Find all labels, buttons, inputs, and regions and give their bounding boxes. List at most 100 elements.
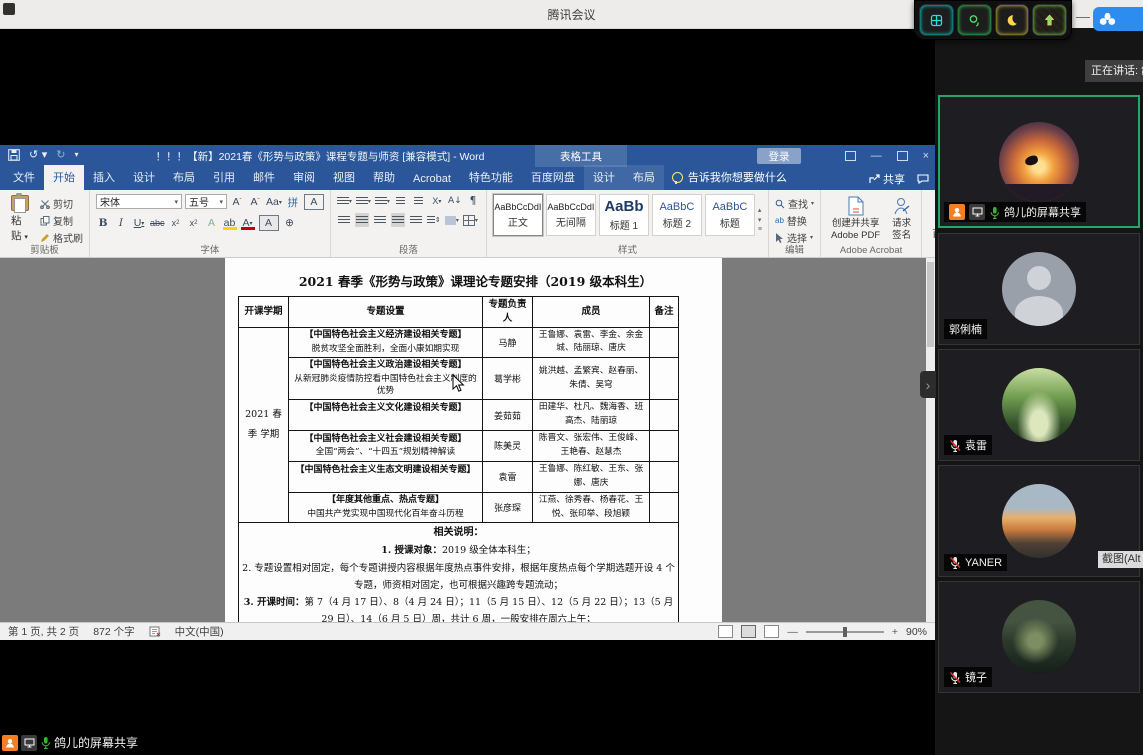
numbering-icon[interactable]: ▾ [356,194,371,208]
tab-table-layout[interactable]: 布局 [624,165,664,190]
video-tile[interactable]: 镜子 [938,581,1140,693]
tab-mailings[interactable]: 邮件 [244,165,284,190]
redo-icon[interactable]: ↻ [56,148,65,161]
subscript-icon[interactable]: x2 [169,216,183,230]
ribbon-display-options-icon[interactable] [845,151,856,161]
cut-button[interactable]: 剪切 [40,196,83,211]
undo-icon[interactable]: ↺ ▾ [29,148,47,161]
italic-icon[interactable]: I [114,216,128,230]
web-layout-icon[interactable] [764,625,779,638]
character-border-icon[interactable]: A [304,194,324,210]
tab-design[interactable]: 设计 [124,165,164,190]
align-left-icon[interactable] [337,213,351,227]
replace-button[interactable]: ab替换 [775,213,814,228]
underline-icon[interactable]: U▾ [132,216,146,230]
tab-review[interactable]: 审阅 [284,165,324,190]
document-scrollbar[interactable] [926,258,935,622]
tell-me-box[interactable]: 告诉我你想要做什么 [664,165,795,190]
find-button[interactable]: 查找 ▾ [775,196,814,211]
increase-indent-icon[interactable] [412,194,426,208]
copy-button[interactable]: 复制 [40,213,83,228]
text-effects-icon[interactable]: A [205,216,219,230]
page-indicator[interactable]: 第 1 页, 共 2 页 [8,624,79,639]
sort-icon[interactable]: A↓ [448,194,462,208]
qat-customize-icon[interactable]: ▾ [74,150,78,159]
styles-more-icon[interactable]: ≡ [758,226,762,233]
decrease-indent-icon[interactable] [394,194,408,208]
superscript-icon[interactable]: x2 [187,216,201,230]
enclose-characters-icon[interactable]: ⊕ [283,216,297,230]
borders-icon[interactable]: ▾ [463,213,478,227]
align-center-icon[interactable] [355,213,369,227]
tab-insert[interactable]: 插入 [84,165,124,190]
save-icon[interactable] [8,149,20,161]
tab-table-design[interactable]: 设计 [584,165,624,190]
line-spacing-icon[interactable]: ⇕ [427,213,441,227]
paste-button[interactable]: 粘贴 ▾ [6,194,34,244]
game-bar-record-button[interactable] [957,4,992,36]
align-right-icon[interactable] [373,213,387,227]
change-case-icon[interactable]: Aa▾ [266,195,282,209]
login-button[interactable]: 登录 [757,148,801,164]
share-button[interactable]: 共享 [869,171,905,187]
styles-scroll-down-icon[interactable]: ▾ [758,216,762,224]
scrollbar-thumb[interactable] [927,262,934,347]
tab-special-features[interactable]: 特色功能 [460,165,522,190]
language-indicator[interactable]: 中文(中国) [175,624,224,639]
minimize-button[interactable]: — [1076,8,1090,24]
zoom-in-icon[interactable]: + [892,626,898,638]
align-justify-icon[interactable] [391,213,405,227]
zoom-slider[interactable] [806,631,884,633]
tab-home[interactable]: 开始 [44,165,84,190]
tab-file[interactable]: 文件 [4,165,44,190]
asian-layout-icon[interactable]: X▾ [430,194,444,208]
sidebar-collapse-arrow[interactable]: › [920,371,936,398]
shading-icon[interactable]: ▾ [445,213,459,227]
font-name-combo[interactable]: 宋体▾ [96,194,182,209]
zoom-slider-thumb[interactable] [843,627,847,637]
comments-icon[interactable] [917,174,929,184]
game-bar-night-button[interactable] [995,4,1030,36]
tab-acrobat[interactable]: Acrobat [404,169,460,190]
proofing-icon[interactable] [149,626,161,637]
bullets-icon[interactable]: ▾ [337,194,352,208]
character-shading-icon[interactable]: A [259,215,279,231]
shrink-font-icon[interactable]: Aˇ [248,195,262,209]
multilevel-list-icon[interactable]: ▾ [375,194,390,208]
tab-help[interactable]: 帮助 [364,165,404,190]
bold-icon[interactable]: B [96,216,110,230]
show-marks-icon[interactable]: ¶ [466,194,480,208]
game-bar-share-button[interactable] [1032,4,1067,36]
styles-scroll-up-icon[interactable]: ▴ [758,206,762,214]
video-tile[interactable]: 郭俐楠 [938,233,1140,345]
word-count[interactable]: 872 个字 [93,624,134,639]
style-normal[interactable]: AaBbCcDdI正文 [493,194,543,236]
baidu-netdisk-pill[interactable] [1093,7,1143,31]
word-minimize-icon[interactable]: — [871,150,882,162]
word-restore-icon[interactable] [897,151,908,161]
style-heading1[interactable]: AaBb标题 1 [599,194,649,236]
request-signature-button[interactable]: 请求签名 [888,194,915,244]
distribute-icon[interactable] [409,213,423,227]
zoom-out-icon[interactable]: — [787,626,798,638]
video-tile[interactable]: 袁雷 [938,349,1140,461]
style-no-spacing[interactable]: AaBbCcDdI无间隔 [546,194,596,236]
grow-font-icon[interactable]: Aˆ [230,195,244,209]
game-bar-grid-button[interactable] [919,4,954,36]
highlight-color-icon[interactable]: ab [223,216,237,230]
phonetic-guide-icon[interactable]: 拼 [286,195,300,209]
tab-references[interactable]: 引用 [204,165,244,190]
style-title[interactable]: AaBbC标题 [705,194,755,236]
tab-layout[interactable]: 布局 [164,165,204,190]
zoom-level[interactable]: 90% [906,626,927,638]
document-page[interactable]: 2021 春季《形势与政策》课理论专题安排（2019 级本科生） 开课学期 专题… [225,258,722,622]
read-mode-icon[interactable] [718,625,733,638]
create-share-pdf-button[interactable]: 创建并共享Adobe PDF [827,194,884,244]
video-tile-sharer[interactable]: 鸽儿的屏幕共享 [938,95,1140,228]
document-canvas[interactable]: 2021 春季《形势与政策》课理论专题安排（2019 级本科生） 开课学期 专题… [0,258,935,622]
word-close-icon[interactable]: × [923,150,929,162]
font-size-combo[interactable]: 五号▾ [185,194,227,209]
font-color-icon[interactable]: A▾ [241,216,255,230]
tab-baidu-netdisk[interactable]: 百度网盘 [522,165,584,190]
print-layout-icon[interactable] [741,625,756,638]
